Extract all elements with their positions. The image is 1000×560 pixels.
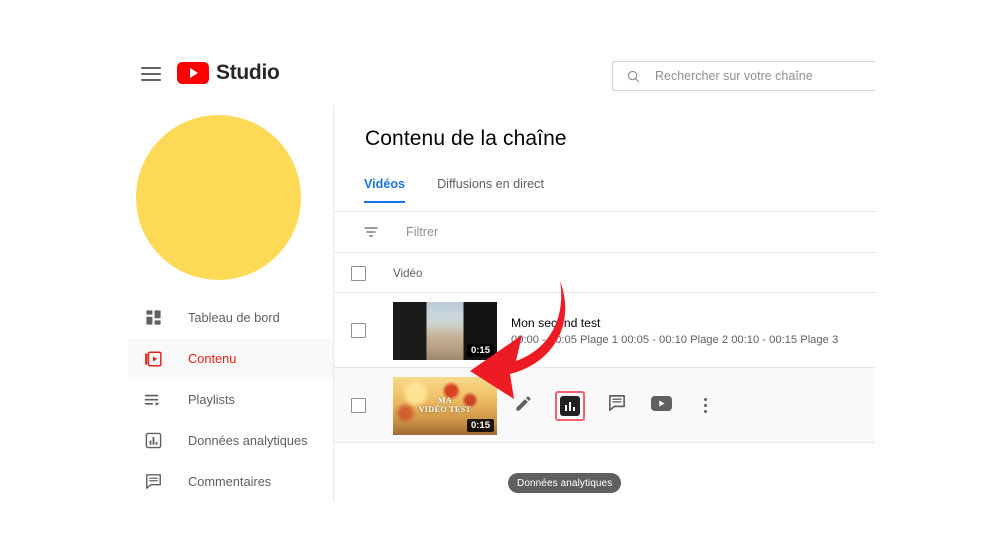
brand-label: Studio: [216, 61, 280, 84]
content-video-icon: [141, 347, 165, 371]
sidebar-item-label: Données analytiques: [188, 433, 308, 448]
hamburger-icon[interactable]: [141, 67, 161, 82]
thumbnail-overlay-line2: VIDÉO TEST: [418, 404, 472, 414]
top-bar: Studio Rechercher sur votre chaîne: [128, 47, 875, 106]
sidebar-item-analytics[interactable]: Données analytiques: [128, 420, 333, 461]
filter-icon[interactable]: [363, 224, 379, 240]
youtube-logo-icon: [177, 62, 209, 84]
video-description: 00:00 - 00:05 Plage 1 00:05 - 00:10 Plag…: [511, 333, 839, 346]
comment-icon: [141, 470, 165, 494]
pencil-icon: [514, 394, 533, 418]
video-thumbnail[interactable]: 0:15: [393, 301, 497, 360]
studio-brand[interactable]: Studio: [177, 61, 280, 85]
video-meta: Mon second test 00:00 - 00:05 Plage 1 00…: [511, 316, 875, 346]
sidebar-item-playlists[interactable]: Playlists: [128, 379, 333, 420]
filter-row: Filtrer: [334, 212, 875, 252]
table-bottom-divider: [334, 442, 875, 443]
comment-icon: [608, 394, 626, 417]
table-row[interactable]: 0:15 Mon second test 00:00 - 00:05 Plage…: [334, 292, 875, 368]
content-tabs: Vidéos Diffusions en direct: [364, 177, 544, 203]
dot: [703, 409, 707, 413]
row-action-buttons: [511, 390, 717, 421]
search-input[interactable]: Rechercher sur votre chaîne: [655, 69, 813, 83]
youtube-studio-window: Studio Rechercher sur votre chaîne Table…: [128, 47, 875, 502]
analytics-bar-icon: [141, 429, 165, 453]
select-all-checkbox[interactable]: [351, 265, 366, 281]
page-title: Contenu de la chaîne: [365, 127, 567, 150]
sidebar-item-dashboard[interactable]: Tableau de bord: [128, 297, 333, 338]
analytics-tooltip: Données analytiques: [508, 473, 622, 493]
hamburger-line: [141, 78, 161, 81]
edit-details-button[interactable]: [511, 394, 535, 418]
playlist-icon: [141, 388, 165, 412]
sidebar-item-label: Playlists: [188, 392, 235, 407]
tab-live-streams[interactable]: Diffusions en direct: [437, 177, 544, 203]
dot: [703, 404, 707, 407]
sidebar-nav: Tableau de bord Contenu Playlists Donnée…: [128, 297, 333, 502]
table-row[interactable]: MA VIDÉO TEST 0:15: [334, 367, 875, 443]
table-header: Vidéo: [334, 252, 875, 293]
search-box[interactable]: Rechercher sur votre chaîne: [612, 61, 875, 91]
bar: [564, 404, 568, 411]
thumbnail-overlay-line1: MA: [437, 395, 453, 405]
search-icon: [626, 69, 641, 84]
sidebar-item-content[interactable]: Contenu: [128, 338, 333, 379]
row-checkbox[interactable]: [351, 323, 366, 338]
column-header-video: Vidéo: [393, 266, 423, 280]
row-checkbox[interactable]: [351, 398, 366, 413]
sidebar-item-comments[interactable]: Commentaires: [128, 461, 333, 502]
sidebar-item-label: Tableau de bord: [188, 310, 280, 325]
sidebar-item-label: Contenu: [188, 351, 237, 366]
watch-on-youtube-button[interactable]: [649, 394, 673, 418]
thumbnail-overlay-text: MA VIDÉO TEST: [393, 396, 497, 414]
video-duration: 0:15: [466, 419, 494, 432]
sidebar-item-label: Commentaires: [188, 474, 272, 489]
video-thumbnail[interactable]: MA VIDÉO TEST 0:15: [393, 376, 497, 435]
main-content: Contenu de la chaîne Vidéos Diffusions e…: [334, 105, 875, 502]
video-duration: 0:15: [466, 344, 494, 357]
analytics-bar-icon: [560, 395, 580, 416]
bar: [568, 401, 572, 411]
bar: [572, 406, 576, 411]
filter-input[interactable]: Filtrer: [406, 225, 438, 239]
hamburger-line: [141, 72, 161, 75]
more-vertical-icon: [703, 398, 707, 413]
video-title[interactable]: Mon second test: [511, 316, 875, 330]
tab-videos[interactable]: Vidéos: [364, 177, 406, 203]
youtube-play-icon: [650, 395, 672, 416]
more-options-button[interactable]: [693, 394, 717, 418]
comments-button[interactable]: [605, 394, 629, 418]
dashboard-icon: [141, 306, 165, 330]
channel-avatar[interactable]: [136, 115, 301, 280]
dot: [703, 398, 707, 402]
hamburger-line: [141, 67, 161, 69]
analytics-button[interactable]: [555, 390, 585, 421]
sidebar: Tableau de bord Contenu Playlists Donnée…: [128, 105, 334, 502]
